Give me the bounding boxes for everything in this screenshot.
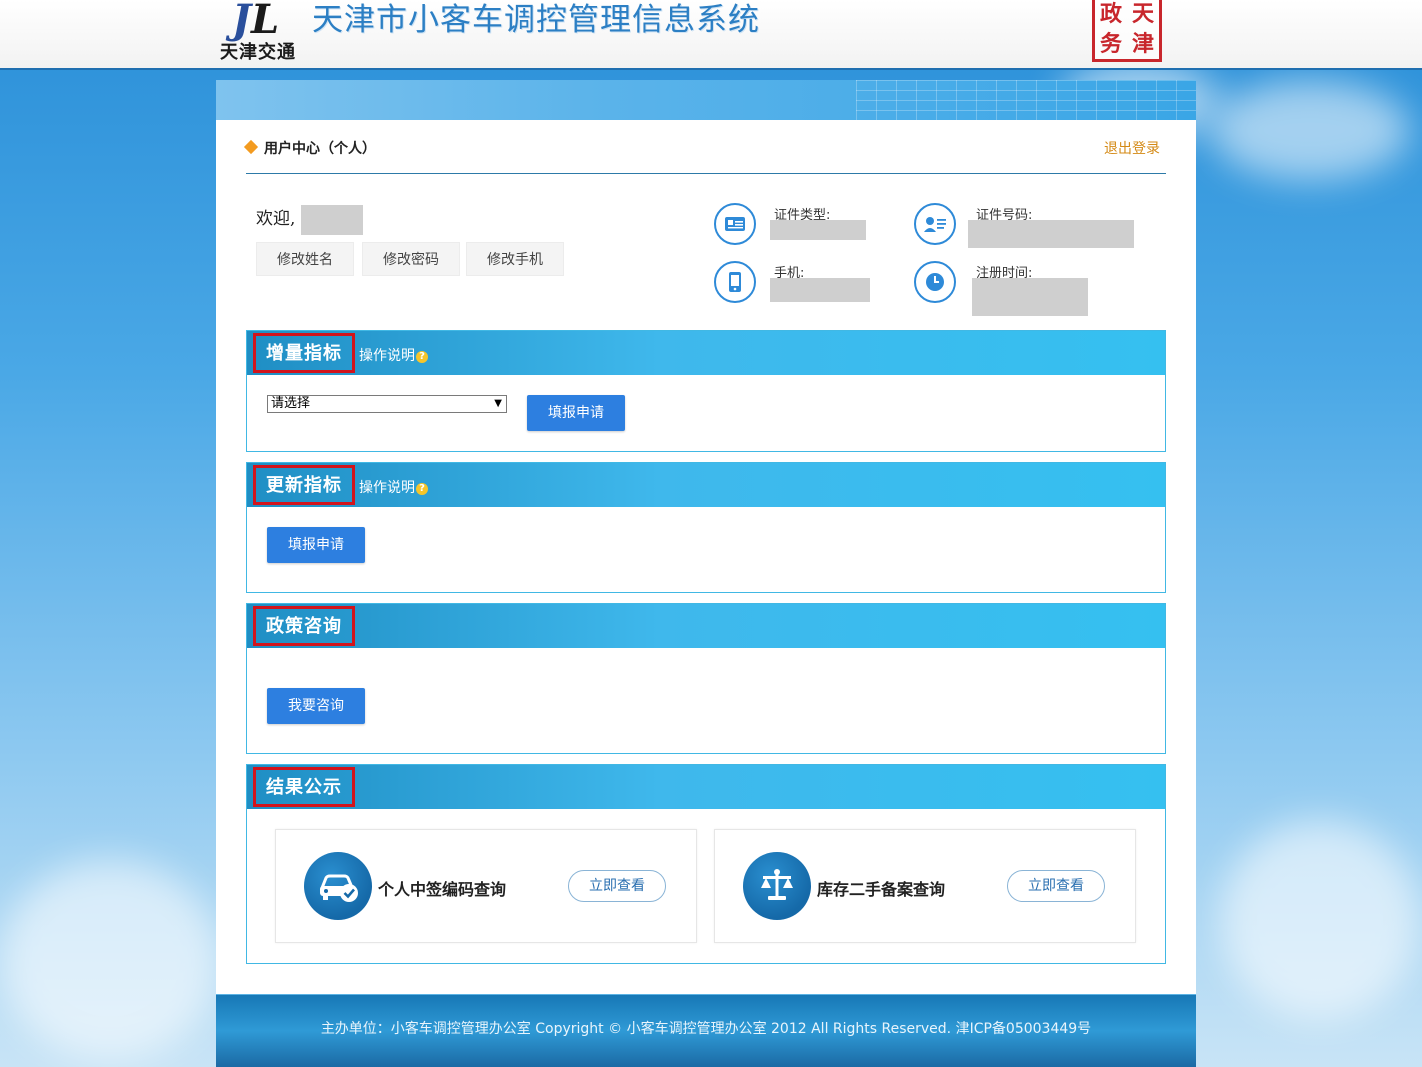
- username-redacted: [300, 204, 363, 235]
- main-panel: 用户中心（个人） 退出登录 欢迎, 修改姓名 修改密码 修改手机 证件类型: 证…: [216, 80, 1196, 1067]
- cloud-decoration: [0, 860, 220, 1060]
- lottery-code-view-button[interactable]: 立即查看: [568, 870, 666, 902]
- system-title: 天津市小客车调控管理信息系统: [312, 2, 760, 38]
- edit-phone-button[interactable]: 修改手机: [466, 242, 564, 276]
- section-header: 结果公示: [247, 765, 1165, 809]
- seal-char: 津: [1131, 30, 1154, 57]
- results-section: 结果公示 个人中签编码查询 立即查看 库存二手备案查询 立即查看: [246, 764, 1166, 964]
- car-check-icon: [304, 852, 372, 920]
- policy-consult-section: 政策咨询 我要咨询: [246, 603, 1166, 754]
- increment-quota-section: 增量指标 操作说明? 请选择 ▼ 填报申请: [246, 330, 1166, 452]
- question-icon: ?: [416, 483, 428, 495]
- renewal-help-text: 操作说明: [359, 480, 415, 496]
- seal-char: 天: [1131, 1, 1154, 27]
- phone-redacted: [770, 278, 870, 302]
- page-title-text: 用户中心（个人）: [264, 141, 376, 157]
- question-icon: ?: [416, 351, 428, 363]
- policy-consult-title: 政策咨询: [253, 606, 355, 646]
- used-car-record-query-title: 库存二手备案查询: [817, 880, 946, 899]
- tianjin-transport-logo-icon: JL: [232, 0, 280, 43]
- clock-icon: [914, 261, 956, 303]
- cloud-decoration: [1220, 820, 1420, 1020]
- welcome-text: 欢迎,: [256, 204, 363, 235]
- seal-char: 务: [1099, 30, 1122, 57]
- increment-quota-title: 增量指标: [253, 333, 355, 373]
- edit-password-button[interactable]: 修改密码: [362, 242, 460, 276]
- top-header-bar: JL 天津交通 天津市小客车调控管理信息系统 政 天 务 津: [0, 0, 1422, 70]
- quota-type-select[interactable]: 请选择 ▼: [267, 395, 507, 413]
- tianjin-government-seal-icon: 政 天 务 津: [1092, 0, 1162, 62]
- id-card-icon: [714, 203, 756, 245]
- logo-text: 天津交通: [220, 42, 296, 63]
- renewal-quota-section: 更新指标 操作说明? 填报申请: [246, 462, 1166, 593]
- lottery-code-query-card: 个人中签编码查询 立即查看: [275, 829, 697, 943]
- renewal-apply-button[interactable]: 填报申请: [267, 527, 365, 563]
- seal-char: 政: [1099, 1, 1122, 27]
- increment-help-text: 操作说明: [359, 348, 415, 364]
- scale-icon: [743, 852, 811, 920]
- banner-grid-decoration: [856, 80, 1196, 120]
- reg-time-redacted: [972, 278, 1088, 316]
- lottery-code-query-title: 个人中签编码查询: [378, 880, 507, 899]
- section-header: 更新指标 操作说明?: [247, 463, 1165, 507]
- mobile-phone-icon: [714, 261, 756, 303]
- used-car-record-query-card: 库存二手备案查询 立即查看: [714, 829, 1136, 943]
- results-title: 结果公示: [253, 767, 355, 807]
- edit-name-button[interactable]: 修改姓名: [256, 242, 354, 276]
- renewal-help-link[interactable]: 操作说明?: [359, 477, 428, 497]
- user-card-icon: [914, 203, 956, 245]
- renewal-quota-title: 更新指标: [253, 465, 355, 505]
- increment-help-link[interactable]: 操作说明?: [359, 345, 428, 365]
- diamond-bullet-icon: [243, 139, 259, 155]
- cert-no-redacted: [968, 220, 1134, 248]
- logout-link[interactable]: 退出登录: [1104, 138, 1160, 158]
- used-car-record-view-button[interactable]: 立即查看: [1007, 870, 1105, 902]
- top-banner: [216, 80, 1196, 120]
- dropdown-arrow-icon: ▼: [494, 398, 502, 409]
- cloud-decoration: [1210, 80, 1410, 180]
- increment-apply-button[interactable]: 填报申请: [527, 395, 625, 431]
- section-header: 政策咨询: [247, 604, 1165, 648]
- cert-type-redacted: [770, 220, 866, 240]
- section-header: 增量指标 操作说明?: [247, 331, 1165, 375]
- welcome-label: 欢迎,: [256, 209, 296, 229]
- footer: 主办单位：小客车调控管理办公室 Copyright © 小客车调控管理办公室 2…: [216, 994, 1196, 1067]
- consult-button[interactable]: 我要咨询: [267, 688, 365, 724]
- quota-type-select-value: 请选择: [271, 396, 311, 411]
- page-title: 用户中心（个人）: [243, 138, 376, 158]
- user-center-header: 用户中心（个人） 退出登录: [243, 136, 1166, 174]
